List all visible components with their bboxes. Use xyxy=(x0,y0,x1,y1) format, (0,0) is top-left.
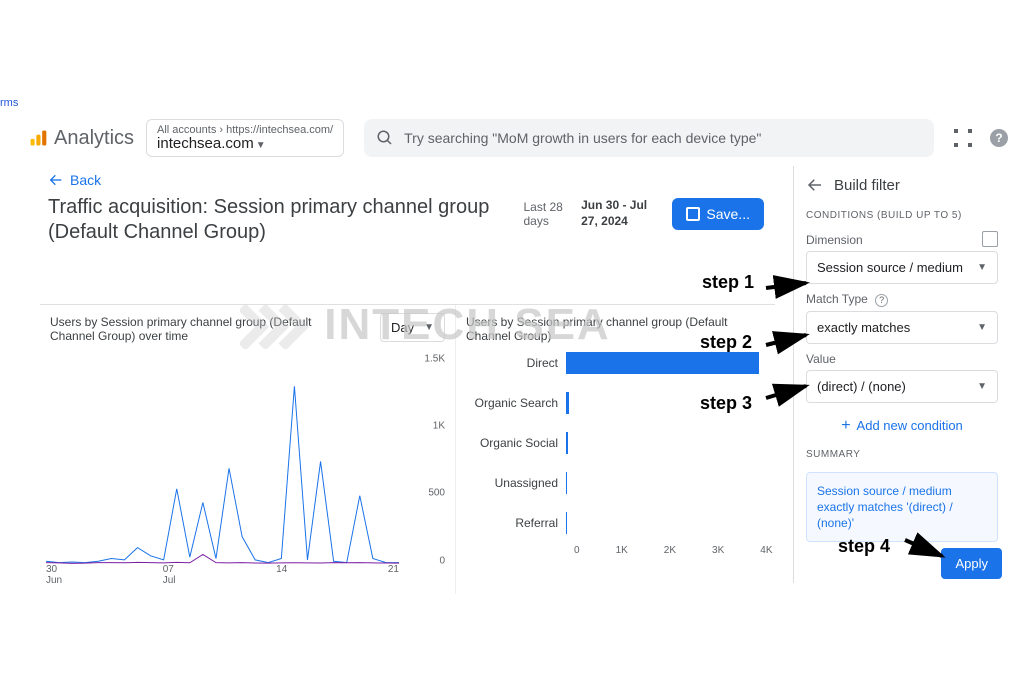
value-label: Value xyxy=(806,352,998,366)
bar-scale-tick: 3K xyxy=(712,545,724,556)
report-title-row: Traffic acquisition: Session primary cha… xyxy=(48,195,764,245)
stray-link[interactable]: rms xyxy=(0,97,18,109)
line-chart-area: 1.5K1K5000 30Jun07Jul1421 xyxy=(46,359,445,588)
step-1-label: step 1 xyxy=(702,272,754,293)
chevron-down-icon: ▼ xyxy=(977,381,987,392)
conditions-label: CONDITIONS (BUILD UP TO 5) xyxy=(806,210,998,221)
x-tick: 14 xyxy=(276,564,287,588)
y-tick: 1K xyxy=(433,421,445,432)
bar-track xyxy=(566,472,769,494)
bar-track xyxy=(566,432,769,454)
bar-row: Referral xyxy=(466,503,769,543)
dimension-label: Dimension xyxy=(806,233,998,247)
search-icon xyxy=(376,129,394,147)
filter-panel-header: Build filter xyxy=(806,176,998,194)
bar-chart-scale: 0 1K 2K 3K 4K xyxy=(574,545,769,556)
help-icon[interactable]: ? xyxy=(875,294,888,307)
chevron-down-icon: ▼ xyxy=(977,322,987,333)
bar-fill xyxy=(566,432,568,454)
y-tick: 1.5K xyxy=(424,354,445,365)
bar-track xyxy=(566,512,769,534)
step-4-label: step 4 xyxy=(838,536,890,557)
product-name: Analytics xyxy=(54,127,134,150)
line-series xyxy=(46,386,399,562)
filter-panel: Build filter CONDITIONS (BUILD UP TO 5) … xyxy=(793,166,1008,583)
x-tick: 30Jun xyxy=(46,564,62,588)
bar-label: Referral xyxy=(466,516,566,530)
arrow-left-icon[interactable] xyxy=(806,176,824,194)
date-range[interactable]: Jun 30 - Jul 27, 2024 xyxy=(581,198,662,229)
help-icon[interactable]: ? xyxy=(990,129,1008,147)
bar-label: Unassigned xyxy=(466,476,566,490)
search-input[interactable]: Try searching "MoM growth in users for e… xyxy=(364,119,934,157)
app-header: Analytics All accounts › https://intechs… xyxy=(28,118,1008,158)
step-2-label: step 2 xyxy=(700,332,752,353)
account-name: intechsea.com▼ xyxy=(157,136,333,153)
header-actions: ? xyxy=(954,129,1008,147)
line-series xyxy=(46,554,399,563)
add-condition-button[interactable]: +Add new condition xyxy=(806,417,998,435)
bar-row: Unassigned xyxy=(466,463,769,503)
search-placeholder: Try searching "MoM growth in users for e… xyxy=(404,130,761,146)
summary-label: SUMMARY xyxy=(806,449,998,460)
account-selector[interactable]: All accounts › https://intechsea.com/ in… xyxy=(146,119,344,158)
chevron-down-icon: ▼ xyxy=(977,262,987,273)
report-title: Traffic acquisition: Session primary cha… xyxy=(48,195,513,245)
chevron-down-icon: ▼ xyxy=(256,140,266,151)
summary-text: Session source / medium exactly matches … xyxy=(806,472,998,543)
apply-button[interactable]: Apply xyxy=(941,548,1002,579)
bar-scale-tick: 1K xyxy=(616,545,628,556)
bar-fill xyxy=(566,352,759,374)
line-chart-plot xyxy=(46,359,399,564)
y-tick: 0 xyxy=(439,555,445,566)
save-icon xyxy=(686,207,700,221)
period-label: Last 28 days xyxy=(523,200,571,228)
watermark: INTECH SEA xyxy=(240,300,611,350)
copy-icon[interactable] xyxy=(984,233,998,247)
step-3-label: step 3 xyxy=(700,393,752,414)
value-select[interactable]: (direct) / (none)▼ xyxy=(806,370,998,403)
bar-track xyxy=(566,352,769,374)
match-type-select[interactable]: exactly matches▼ xyxy=(806,311,998,344)
bar-label: Organic Search xyxy=(466,396,566,410)
x-tick: 21 xyxy=(388,564,399,588)
bar-row: Organic Social xyxy=(466,423,769,463)
y-tick: 500 xyxy=(428,488,445,499)
bar-scale-tick: 2K xyxy=(664,545,676,556)
bar-scale-tick: 4K xyxy=(760,545,772,556)
analytics-logo: Analytics xyxy=(28,127,134,150)
apps-grid-icon[interactable] xyxy=(954,129,972,147)
bar-scale-tick: 0 xyxy=(574,545,580,556)
x-tick: 07Jul xyxy=(163,564,176,588)
dimension-select[interactable]: Session source / medium▼ xyxy=(806,251,998,284)
bar-fill xyxy=(566,392,569,414)
back-link[interactable]: Back xyxy=(48,172,101,188)
save-button[interactable]: Save... xyxy=(672,198,764,230)
arrow-left-icon xyxy=(48,172,64,188)
match-type-label: Match Type ? xyxy=(806,292,998,307)
bar-label: Direct xyxy=(466,356,566,370)
analytics-icon xyxy=(28,128,48,148)
bar-label: Organic Social xyxy=(466,436,566,450)
line-chart-x-axis: 30Jun 07Jul 14 21 xyxy=(46,564,399,588)
bar-fill xyxy=(566,472,567,494)
